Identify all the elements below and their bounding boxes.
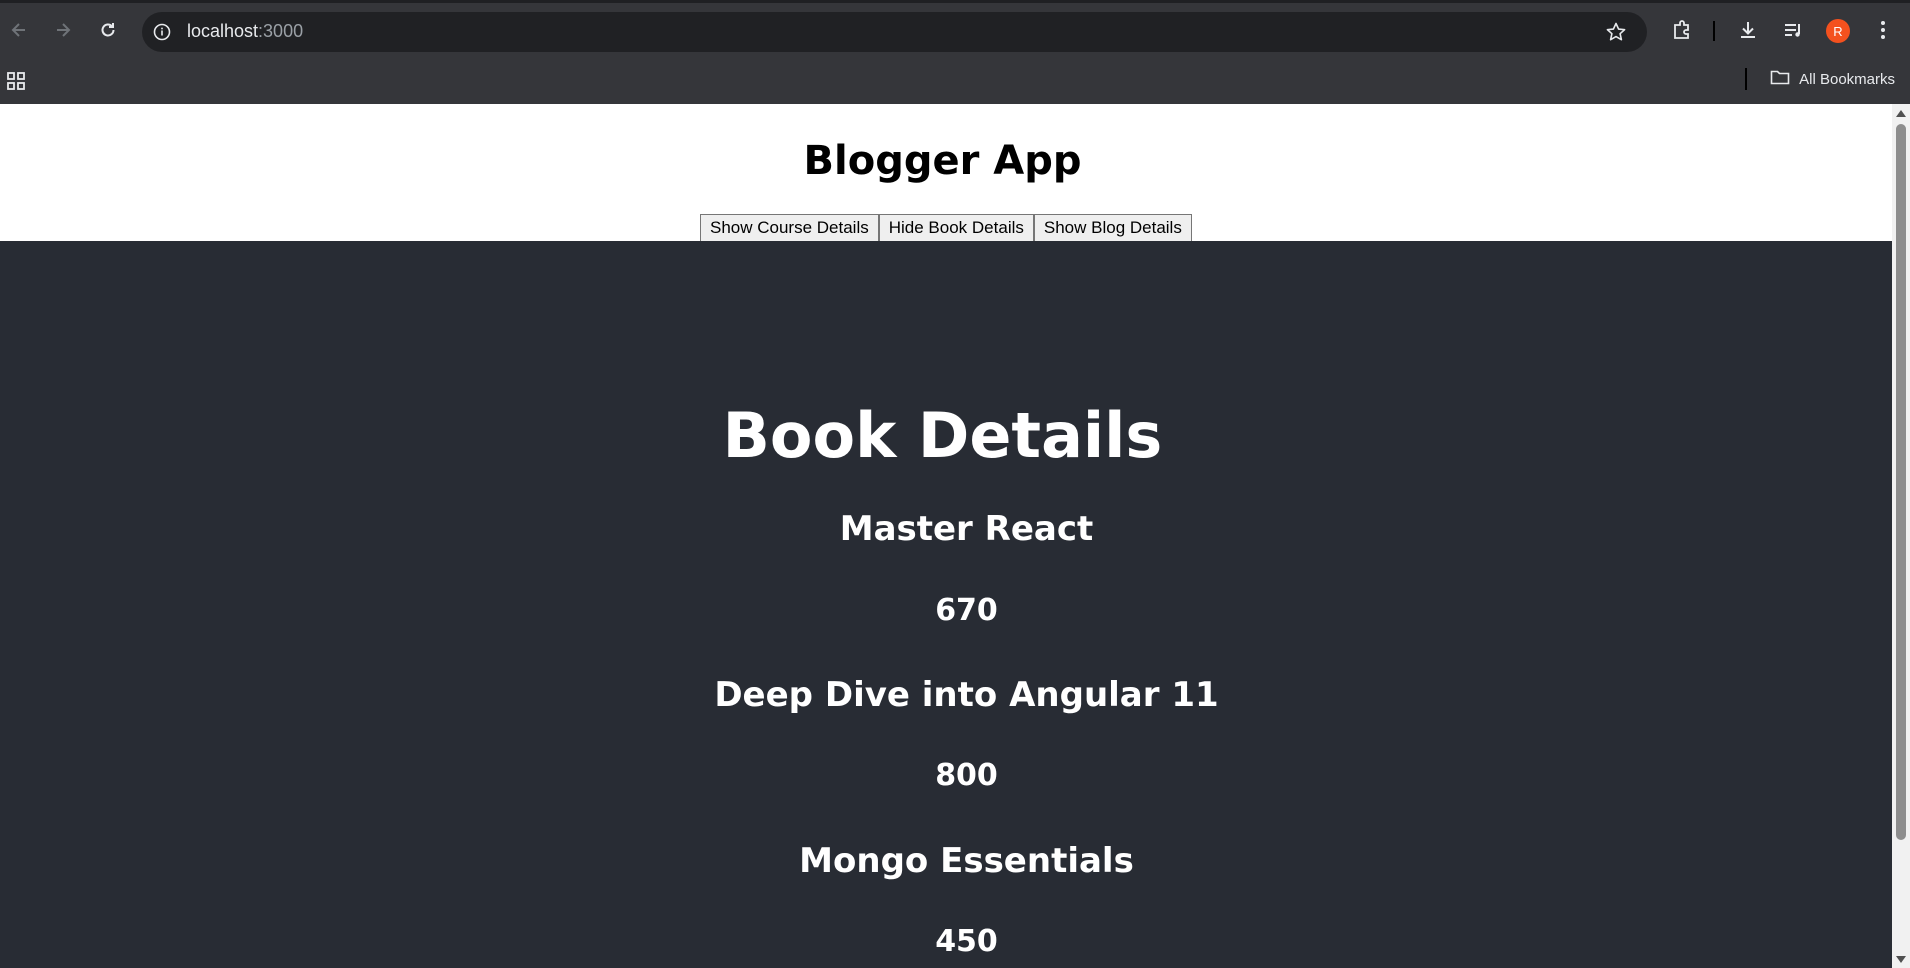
app-header: Blogger App Show Course Details Hide Boo… — [0, 104, 1892, 242]
show-blog-details-button[interactable]: Show Blog Details — [1033, 214, 1192, 242]
bookmarks-separator — [1745, 68, 1747, 90]
show-course-details-button[interactable]: Show Course Details — [700, 214, 879, 242]
app-title: Blogger App — [803, 138, 1082, 184]
book-price: 800 — [935, 758, 998, 793]
all-bookmarks-button[interactable]: All Bookmarks — [1770, 69, 1895, 89]
scroll-up-arrow-icon[interactable] — [1896, 110, 1906, 117]
button-row: Show Course Details Hide Book Details Sh… — [700, 214, 1192, 242]
reload-icon[interactable] — [96, 18, 120, 42]
url-host: localhost — [187, 21, 259, 41]
tab-strip — [0, 0, 1910, 3]
address-bar[interactable]: localhost:3000 — [142, 12, 1647, 52]
site-info-icon[interactable] — [152, 22, 172, 42]
page-scrollbar[interactable] — [1892, 104, 1910, 968]
url-port: :3000 — [258, 21, 304, 41]
forward-arrow-icon[interactable] — [51, 18, 75, 42]
book-name: Master React — [839, 509, 1094, 549]
book-name: Deep Dive into Angular 11 — [714, 675, 1219, 715]
all-bookmarks-label: All Bookmarks — [1799, 70, 1895, 88]
bookmarks-bar: All Bookmarks — [0, 60, 1910, 105]
book-price: 670 — [935, 593, 998, 628]
apps-grid-icon[interactable] — [7, 72, 25, 94]
profile-avatar[interactable]: R — [1826, 19, 1850, 43]
hide-book-details-button[interactable]: Hide Book Details — [878, 214, 1034, 242]
url-text[interactable]: localhost:3000 — [187, 21, 303, 42]
media-queue-icon[interactable] — [1781, 18, 1805, 42]
toolbar-separator — [1713, 21, 1715, 41]
bookmark-star-icon[interactable] — [1605, 21, 1627, 43]
scrollbar-thumb[interactable] — [1896, 124, 1906, 840]
book-details-section: Book Details Master React 670 Deep Dive … — [0, 241, 1892, 968]
book-details-heading: Book Details — [722, 399, 1163, 472]
book-name: Mongo Essentials — [799, 841, 1134, 881]
download-icon[interactable] — [1736, 18, 1760, 42]
book-price: 450 — [935, 924, 998, 959]
browser-toolbar: localhost:3000 R — [0, 0, 1910, 60]
scroll-down-arrow-icon[interactable] — [1896, 956, 1906, 963]
extensions-icon[interactable] — [1670, 18, 1694, 42]
back-arrow-icon[interactable] — [7, 18, 31, 42]
folder-icon — [1770, 69, 1790, 89]
more-menu-icon[interactable] — [1871, 18, 1895, 42]
